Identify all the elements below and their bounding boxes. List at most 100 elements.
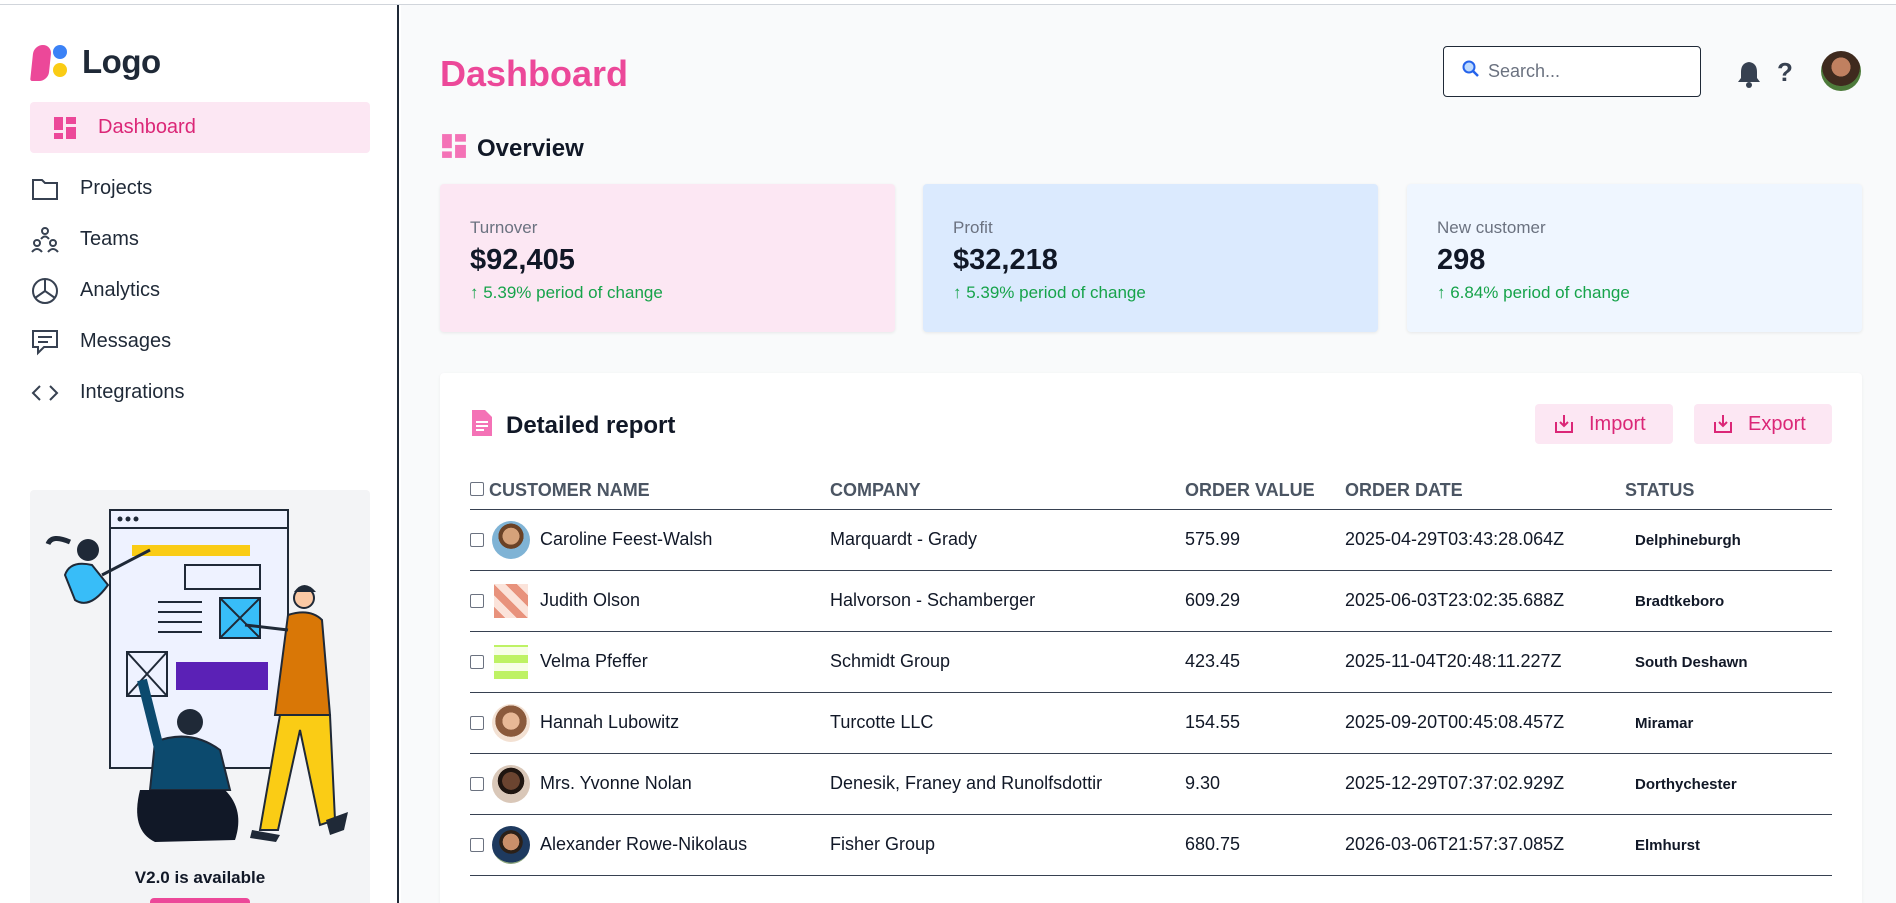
table-row[interactable]: Hannah Lubowitz Turcotte LLC 154.55 2025… (470, 692, 1832, 754)
sidebar-item-label: Teams (80, 228, 139, 250)
avatar (492, 764, 530, 803)
status-cell: Miramar (1635, 715, 1694, 732)
card-change: ↑ 5.39% period of change (470, 283, 663, 302)
order-value-cell: 9.30 (1185, 753, 1345, 815)
import-button[interactable]: Import (1535, 404, 1673, 444)
company-cell: Schmidt Group (830, 631, 1185, 693)
upgrade-button[interactable] (150, 898, 250, 903)
company-cell: Marquardt - Grady (830, 509, 1185, 571)
sidebar-item-messages[interactable]: Messages (30, 316, 370, 367)
logo-mark-icon (30, 41, 74, 83)
customer-name: Alexander Rowe-Nikolaus (540, 834, 748, 854)
sidebar-item-label: Dashboard (98, 116, 196, 138)
code-icon (30, 378, 60, 408)
avatar (492, 825, 530, 864)
logo-text: Logo (82, 43, 161, 80)
report-header: Detailed report (470, 409, 675, 442)
logo[interactable]: Logo (30, 41, 161, 83)
table-row[interactable]: Caroline Feest-Walsh Marquardt - Grady 5… (470, 509, 1832, 571)
table-row[interactable]: Velma Pfeffer Schmidt Group 423.45 2025-… (470, 631, 1832, 693)
team-illustration (45, 509, 348, 842)
detailed-report: Detailed report Import Export CUSTOMER N… (440, 373, 1862, 903)
company-cell: Fisher Group (830, 814, 1185, 876)
export-button[interactable]: Export (1694, 404, 1832, 444)
column-header-order-value: ORDER VALUE (1185, 473, 1345, 510)
select-all-checkbox[interactable] (470, 482, 484, 497)
row-checkbox[interactable] (470, 593, 484, 608)
dashboard-icon (441, 133, 467, 164)
avatar (494, 583, 528, 618)
status-cell: Dorthychester (1635, 776, 1737, 793)
customer-name: Hannah Lubowitz (540, 712, 680, 732)
company-cell: Turcotte LLC (830, 692, 1185, 754)
sidebar-item-integrations[interactable]: Integrations (30, 367, 370, 418)
sidebar: Logo Dashboard Projects Teams Analytics (0, 5, 399, 903)
company-cell: Halvorson - Schamberger (830, 570, 1185, 632)
status-cell: South Deshawn (1635, 654, 1748, 671)
row-checkbox[interactable] (470, 654, 484, 669)
customer-name: Caroline Feest-Walsh (540, 529, 713, 549)
table-row[interactable]: Mrs. Yvonne Nolan Denesik, Franey and Ru… (470, 753, 1832, 815)
order-date-cell: 2026-03-06T21:57:37.085Z (1345, 814, 1625, 876)
report-title: Detailed report (506, 411, 676, 439)
order-date-cell: 2025-06-03T23:02:35.688Z (1345, 570, 1625, 632)
order-date-cell: 2025-04-29T03:43:28.064Z (1345, 509, 1625, 571)
search-input[interactable] (1488, 61, 1688, 82)
table-row[interactable]: Judith Olson Halvorson - Schamberger 609… (470, 570, 1832, 632)
sidebar-item-dashboard[interactable]: Dashboard (30, 102, 370, 153)
avatar (492, 703, 530, 742)
overview-header: Overview (441, 133, 584, 164)
sidebar-item-label: Integrations (80, 381, 185, 403)
export-label: Export (1748, 412, 1806, 435)
card-change: ↑ 5.39% period of change (953, 283, 1146, 302)
order-date-cell: 2025-11-04T20:48:11.227Z (1345, 631, 1625, 693)
pie-chart-icon (30, 276, 60, 306)
order-value-cell: 575.99 (1185, 509, 1345, 571)
document-icon (470, 409, 494, 442)
search-icon (1462, 60, 1480, 83)
search-box[interactable] (1443, 46, 1701, 97)
order-value-cell: 423.45 (1185, 631, 1345, 693)
row-checkbox[interactable] (470, 837, 484, 852)
page-title: Dashboard (440, 53, 629, 94)
order-date-cell: 2025-09-20T00:45:08.457Z (1345, 692, 1625, 754)
overview-title: Overview (477, 134, 584, 162)
customer-name: Judith Olson (540, 590, 641, 610)
download-icon (1553, 413, 1575, 435)
teams-icon (30, 225, 60, 255)
sidebar-item-projects[interactable]: Projects (30, 163, 370, 214)
sidebar-item-label: Messages (80, 330, 172, 352)
column-header-status: STATUS (1625, 473, 1832, 510)
table-row[interactable]: Alexander Rowe-Nikolaus Fisher Group 680… (470, 814, 1832, 876)
sidebar-item-teams[interactable]: Teams (30, 214, 370, 265)
sidebar-item-analytics[interactable]: Analytics (30, 265, 370, 316)
row-checkbox[interactable] (470, 532, 484, 547)
avatar (492, 520, 530, 559)
column-header-company: COMPANY (830, 473, 1185, 510)
customer-name: Mrs. Yvonne Nolan (540, 773, 692, 793)
promo-label: V2.0 is available (134, 868, 266, 887)
profit-card: Profit $32,218 ↑ 5.39% period of change (923, 184, 1378, 332)
column-header-order-date: ORDER DATE (1345, 473, 1625, 510)
report-table: CUSTOMER NAME COMPANY ORDER VALUE ORDER … (470, 473, 1832, 876)
row-checkbox[interactable] (470, 776, 484, 791)
card-label: Profit (953, 218, 993, 237)
card-value: 298 (1437, 244, 1486, 276)
order-value-cell: 680.75 (1185, 814, 1345, 876)
download-icon (1712, 413, 1734, 435)
user-avatar[interactable] (1821, 51, 1861, 91)
folder-icon (30, 174, 60, 204)
card-label: Turnover (470, 218, 538, 237)
help-icon[interactable]: ? (1777, 57, 1793, 88)
bell-icon[interactable] (1736, 60, 1762, 93)
table-header-row: CUSTOMER NAME COMPANY ORDER VALUE ORDER … (470, 473, 1832, 510)
status-cell: Delphineburgh (1635, 532, 1741, 549)
card-value: $92,405 (470, 244, 575, 276)
status-cell: Bradtkeboro (1635, 593, 1725, 610)
import-label: Import (1589, 412, 1646, 435)
message-icon (30, 327, 60, 357)
turnover-card: Turnover $92,405 ↑ 5.39% period of chang… (440, 184, 895, 332)
sidebar-nav: Dashboard Projects Teams Analytics Messa… (30, 102, 370, 418)
card-change: ↑ 6.84% period of change (1437, 283, 1630, 302)
row-checkbox[interactable] (470, 715, 484, 730)
